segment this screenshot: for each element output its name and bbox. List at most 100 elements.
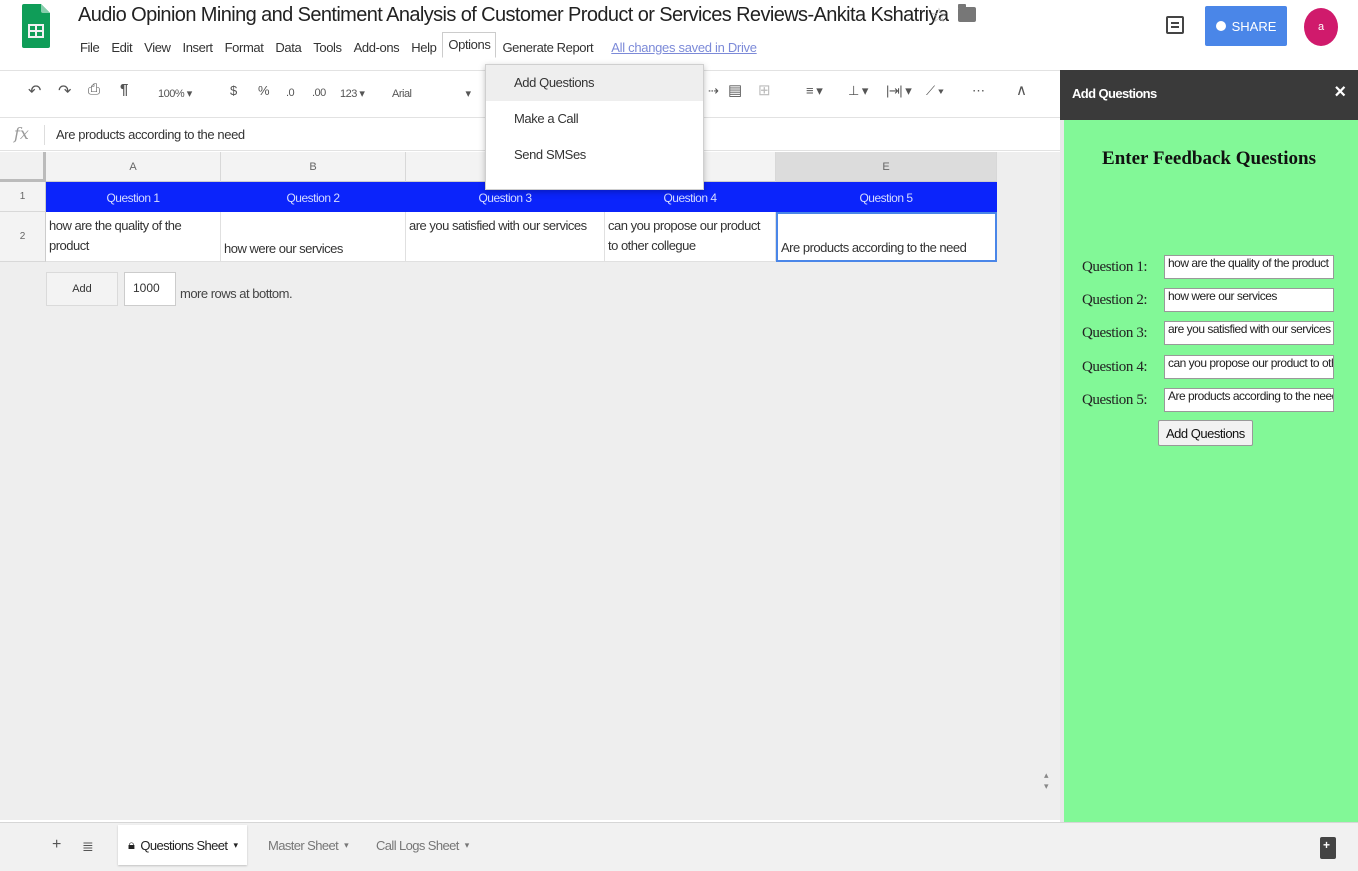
question-input-1[interactable]: how are the quality of the product <box>1164 255 1334 279</box>
text-wrap-icon[interactable]: |⇥| ▾ <box>886 83 912 99</box>
menu-option-send-smses[interactable]: Send SMSes <box>486 137 703 173</box>
question-row-4: Question 4: can you propose our product … <box>1082 354 1334 380</box>
menu-data[interactable]: Data <box>269 38 307 57</box>
cell-d2[interactable]: can you propose our product to other col… <box>605 212 776 262</box>
document-title[interactable]: Audio Opinion Mining and Sentiment Analy… <box>78 4 949 27</box>
share-button[interactable]: SHARE <box>1205 6 1287 46</box>
avatar[interactable]: a <box>1304 8 1338 46</box>
star-icon[interactable]: ☆ <box>930 3 948 28</box>
currency-button[interactable]: $ <box>230 83 237 98</box>
add-sheet-icon[interactable]: + <box>52 836 61 854</box>
collapse-toolbar-icon[interactable]: ∧ <box>1016 81 1027 99</box>
column-header-b[interactable]: B <box>221 152 406 182</box>
sidebar-edge <box>1060 70 1064 822</box>
chevron-down-icon[interactable]: ▾ <box>344 840 349 851</box>
cell-a2[interactable]: how are the quality of the product <box>46 212 221 262</box>
merge-cells-icon[interactable]: ⊞ <box>758 81 771 99</box>
link-icon[interactable]: ⇢ <box>708 83 719 99</box>
print-icon[interactable]: ⎙ <box>88 81 100 98</box>
lock-icon: 🔒︎ <box>128 837 135 852</box>
more-formats-select[interactable]: 123 ▾ <box>340 87 365 100</box>
sidebar-title: Add Questions <box>1072 86 1157 101</box>
borders-icon[interactable]: ▤ <box>728 81 742 99</box>
question-row-2: Question 2: how were our services <box>1082 287 1334 313</box>
comments-icon[interactable] <box>1166 16 1184 34</box>
tab-master-sheet[interactable]: Master Sheet ▾ <box>258 825 358 865</box>
menu-view[interactable]: View <box>138 38 176 57</box>
all-sheets-icon[interactable]: ≣ <box>82 838 94 855</box>
question-label-1: Question 1: <box>1082 258 1148 275</box>
menu-file[interactable]: File <box>74 38 105 57</box>
text-rotation-icon[interactable]: ⟋ ▾ <box>926 83 944 99</box>
close-icon[interactable]: × <box>1334 82 1346 102</box>
row-header-2[interactable]: 2 <box>0 212 46 262</box>
more-icon[interactable]: ⋯ <box>972 83 985 99</box>
cell-b1[interactable]: Question 2 <box>221 182 406 212</box>
add-questions-button[interactable]: Add Questions <box>1158 420 1253 446</box>
sheets-logo-icon[interactable] <box>22 4 50 48</box>
paint-format-icon[interactable]: ¶ <box>120 81 128 98</box>
saved-status-link[interactable]: All changes saved in Drive <box>611 40 757 55</box>
add-rows-button[interactable]: Add <box>46 272 118 306</box>
zoom-select[interactable]: 100% ▾ <box>158 87 192 100</box>
tab-label-questions-sheet: Questions Sheet <box>140 837 228 853</box>
explore-icon[interactable] <box>1320 837 1336 859</box>
question-input-3[interactable]: are you satisfied with our services <box>1164 321 1334 345</box>
cell-a1[interactable]: Question 1 <box>46 182 221 212</box>
question-row-3: Question 3: are you satisfied with our s… <box>1082 320 1334 346</box>
menu-option-make-a-call[interactable]: Make a Call <box>486 101 703 137</box>
sheet-tabs-bar: + ≣ 🔒︎ Questions Sheet ▾ Master Sheet ▾ … <box>0 822 1358 871</box>
question-row-5: Question 5: Are products according to th… <box>1082 387 1334 413</box>
question-label-3: Question 3: <box>1082 324 1148 341</box>
menu-help[interactable]: Help <box>405 38 442 57</box>
add-questions-sidebar: Add Questions × Enter Feedback Questions… <box>1060 70 1358 822</box>
question-input-4[interactable]: can you propose our product to other col… <box>1164 355 1334 379</box>
menu-add-ons[interactable]: Add-ons <box>348 38 406 57</box>
question-label-2: Question 2: <box>1082 291 1148 308</box>
menu-format[interactable]: Format <box>219 38 270 57</box>
menu-option-add-questions[interactable]: Add Questions <box>486 65 703 101</box>
undo-icon[interactable]: ↶ <box>28 81 41 101</box>
add-rows-label: more rows at bottom. <box>180 286 293 301</box>
folder-icon[interactable] <box>958 4 976 22</box>
menu-generate-report[interactable]: Generate Report <box>496 38 599 57</box>
tab-label-call-logs-sheet: Call Logs Sheet <box>376 837 459 853</box>
column-header-e[interactable]: E <box>776 152 997 182</box>
cell-b2[interactable]: how were our services <box>221 212 406 262</box>
decrease-decimal-button[interactable]: .0 <box>286 87 295 99</box>
formula-divider <box>44 125 45 145</box>
question-label-4: Question 4: <box>1082 358 1148 375</box>
question-input-5[interactable]: Are products according to the need <box>1164 388 1334 412</box>
cell-e1[interactable]: Question 5 <box>776 182 997 212</box>
cell-c2[interactable]: are you satisfied with our services <box>406 212 605 262</box>
increase-decimal-button[interactable]: .00 <box>312 87 326 99</box>
vertical-align-icon[interactable]: ⊥ ▾ <box>848 83 868 99</box>
question-input-2[interactable]: how were our services <box>1164 288 1334 312</box>
vertical-scroll-arrows[interactable]: ▴ ▾ <box>1044 770 1049 792</box>
percent-button[interactable]: % <box>258 83 270 98</box>
menu-bar: File Edit View Insert Format Data Tools … <box>74 32 757 58</box>
menu-edit[interactable]: Edit <box>105 38 138 57</box>
sheet-grid: A B C D E 1 2 Question 1 Question 2 Ques… <box>0 152 1060 820</box>
tab-call-logs-sheet[interactable]: Call Logs Sheet ▾ <box>366 825 479 865</box>
more-formats-label: 123 <box>340 88 357 100</box>
cell-e2[interactable]: Are products according to the need <box>776 212 997 262</box>
formula-input[interactable]: Are products according to the need <box>56 127 245 142</box>
chevron-down-icon[interactable]: ▾ <box>465 840 470 851</box>
row-header-1[interactable]: 1 <box>0 182 46 212</box>
question-label-5: Question 5: <box>1082 391 1148 408</box>
menu-tools[interactable]: Tools <box>307 38 347 57</box>
add-rows-count-input[interactable]: 1000 <box>124 272 176 306</box>
redo-icon[interactable]: ↷ <box>58 81 71 101</box>
menu-insert[interactable]: Insert <box>177 38 219 57</box>
tab-label-master-sheet: Master Sheet <box>268 837 339 853</box>
menu-options[interactable]: Options <box>442 32 497 58</box>
horizontal-align-icon[interactable]: ≡ ▾ <box>806 83 823 99</box>
font-select[interactable]: Arial ▾ <box>392 87 471 100</box>
select-all-corner[interactable] <box>0 152 46 182</box>
chevron-down-icon[interactable]: ▾ <box>233 840 238 851</box>
tab-questions-sheet[interactable]: 🔒︎ Questions Sheet ▾ <box>118 825 248 865</box>
question-row-1: Question 1: how are the quality of the p… <box>1082 254 1334 280</box>
column-header-a[interactable]: A <box>46 152 221 182</box>
share-label: SHARE <box>1231 18 1277 34</box>
